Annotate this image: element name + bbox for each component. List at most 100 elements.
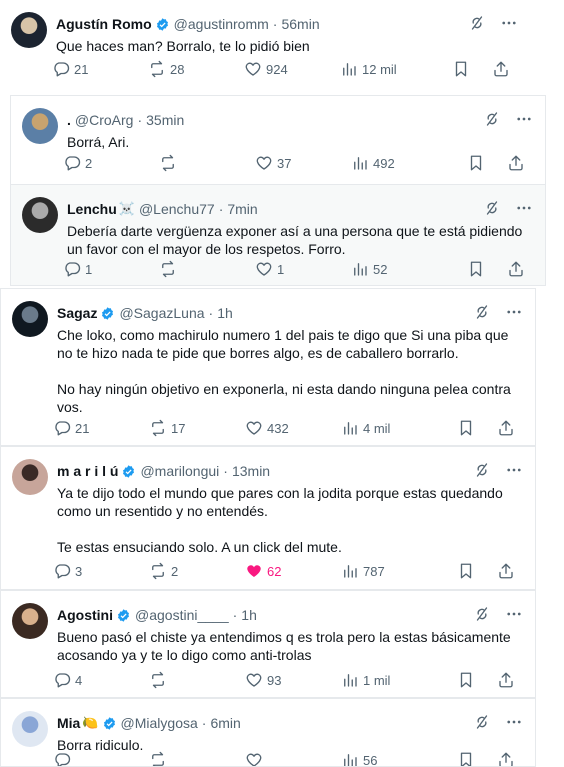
more-icon[interactable] [505, 605, 523, 623]
reply-button[interactable]: 21 [52, 60, 148, 78]
handle[interactable]: @agustinromm [174, 16, 269, 32]
tweet-card[interactable]: . @CroArg · 35min Borrá, Ari. 2 37 492 [10, 95, 546, 185]
avatar[interactable] [12, 459, 48, 495]
display-name[interactable]: Agustín Romo [56, 16, 152, 32]
share-button[interactable] [497, 751, 519, 766]
replies-count: 2 [85, 155, 93, 171]
reply-icon [54, 62, 70, 77]
bookmark-button[interactable] [467, 260, 489, 278]
like-button[interactable]: 37 [255, 154, 351, 172]
like-button[interactable]: 62 [245, 562, 341, 580]
grok-icon[interactable] [468, 14, 486, 32]
share-button[interactable] [492, 60, 514, 78]
handle[interactable]: @CroArg [75, 112, 134, 128]
grok-icon[interactable] [483, 110, 501, 128]
avatar[interactable] [12, 711, 48, 747]
likes-count: 62 [267, 563, 282, 579]
views-button[interactable]: 4 mil [341, 419, 449, 437]
grok-icon[interactable] [473, 605, 491, 623]
share-button[interactable] [497, 671, 519, 689]
repost-button[interactable]: 28 [148, 60, 244, 78]
tweet-card[interactable]: m a r i l ú @marilongui · 13min Ya te dijo t… [0, 446, 536, 590]
timestamp[interactable]: 13min [232, 463, 270, 479]
tweet-header-actions [483, 199, 533, 217]
repost-button[interactable] [149, 751, 245, 766]
display-name[interactable]: . [67, 112, 71, 128]
tweet-actions: 4 93 1 mil [53, 671, 519, 689]
bookmark-button[interactable] [457, 751, 479, 766]
bookmark-button[interactable] [457, 671, 479, 689]
timestamp[interactable]: 1h [241, 607, 257, 623]
views-button[interactable]: 52 [351, 260, 459, 278]
reply-button[interactable] [53, 751, 149, 766]
repost-button[interactable] [159, 154, 255, 172]
views-button[interactable]: 492 [351, 154, 459, 172]
bookmark-button[interactable] [452, 60, 474, 78]
tweet-header: Sagaz @SagazLuna · 1h [57, 303, 523, 323]
separator-dot: · [137, 112, 143, 128]
handle[interactable]: @marilongui [140, 463, 219, 479]
like-button[interactable]: 93 [245, 671, 341, 689]
views-button[interactable]: 1 mil [341, 671, 449, 689]
avatar[interactable] [12, 603, 48, 639]
grok-icon[interactable] [473, 713, 491, 731]
views-button[interactable]: 56 [341, 751, 449, 766]
like-button[interactable]: 432 [245, 419, 341, 437]
views-button[interactable]: 12 mil [340, 60, 448, 78]
tweet-card[interactable]: Agustín Romo @agustinromm · 56min Que haces … [0, 0, 530, 92]
like-button[interactable] [245, 751, 341, 766]
reply-button[interactable]: 21 [53, 419, 149, 437]
more-icon[interactable] [515, 110, 533, 128]
grok-icon[interactable] [483, 199, 501, 217]
share-button[interactable] [497, 562, 519, 580]
avatar[interactable] [11, 12, 47, 48]
more-icon[interactable] [505, 713, 523, 731]
avatar[interactable] [22, 108, 58, 144]
reply-button[interactable]: 3 [53, 562, 149, 580]
avatar[interactable] [22, 197, 58, 233]
timestamp[interactable]: 7min [227, 201, 257, 217]
repost-button[interactable]: 17 [149, 419, 245, 437]
handle[interactable]: @Mialygosa [121, 715, 198, 731]
grok-icon[interactable] [473, 303, 491, 321]
display-name[interactable]: Sagaz [57, 305, 97, 321]
bookmark-icon [460, 420, 472, 436]
reply-button[interactable]: 4 [53, 671, 149, 689]
views-icon [344, 754, 357, 766]
share-button[interactable] [507, 154, 529, 172]
avatar[interactable] [12, 301, 48, 337]
grok-icon[interactable] [473, 461, 491, 479]
more-icon[interactable] [515, 199, 533, 217]
bookmark-button[interactable] [467, 154, 489, 172]
reply-button[interactable]: 1 [63, 260, 159, 278]
handle[interactable]: @SagazLuna [119, 305, 204, 321]
share-button[interactable] [507, 260, 529, 278]
more-icon[interactable] [500, 14, 518, 32]
display-name[interactable]: Lenchu [67, 201, 117, 217]
tweet-card[interactable]: Mia 🍋 @Mialygosa · 6min Borra ridiculo. 56 [0, 698, 536, 767]
repost-button[interactable] [149, 671, 245, 689]
repost-button[interactable] [159, 260, 255, 278]
tweet-card[interactable]: Lenchu ☠️ @Lenchu77 · 7min Debería darte verg… [10, 184, 546, 286]
like-button[interactable]: 1 [255, 260, 351, 278]
bookmark-button[interactable] [457, 562, 479, 580]
share-button[interactable] [497, 419, 519, 437]
repost-button[interactable]: 2 [149, 562, 245, 580]
bookmark-button[interactable] [457, 419, 479, 437]
like-button[interactable]: 924 [244, 60, 340, 78]
display-name[interactable]: m a r i l ú [57, 463, 118, 479]
timestamp[interactable]: 35min [146, 112, 184, 128]
more-icon[interactable] [505, 461, 523, 479]
tweet-card[interactable]: Agostini @agostini____ · 1h Bueno pasó el ch… [0, 590, 536, 698]
views-button[interactable]: 787 [341, 562, 449, 580]
handle[interactable]: @agostini____ [135, 607, 229, 623]
tweet-card[interactable]: Sagaz @SagazLuna · 1h Che loko, como machiru… [0, 288, 536, 446]
timestamp[interactable]: 6min [210, 715, 240, 731]
display-name[interactable]: Agostini [57, 607, 113, 623]
more-icon[interactable] [505, 303, 523, 321]
timestamp[interactable]: 1h [217, 305, 233, 321]
handle[interactable]: @Lenchu77 [139, 201, 215, 217]
reply-button[interactable]: 2 [63, 154, 159, 172]
timestamp[interactable]: 56min [281, 16, 319, 32]
display-name[interactable]: Mia [57, 715, 80, 731]
